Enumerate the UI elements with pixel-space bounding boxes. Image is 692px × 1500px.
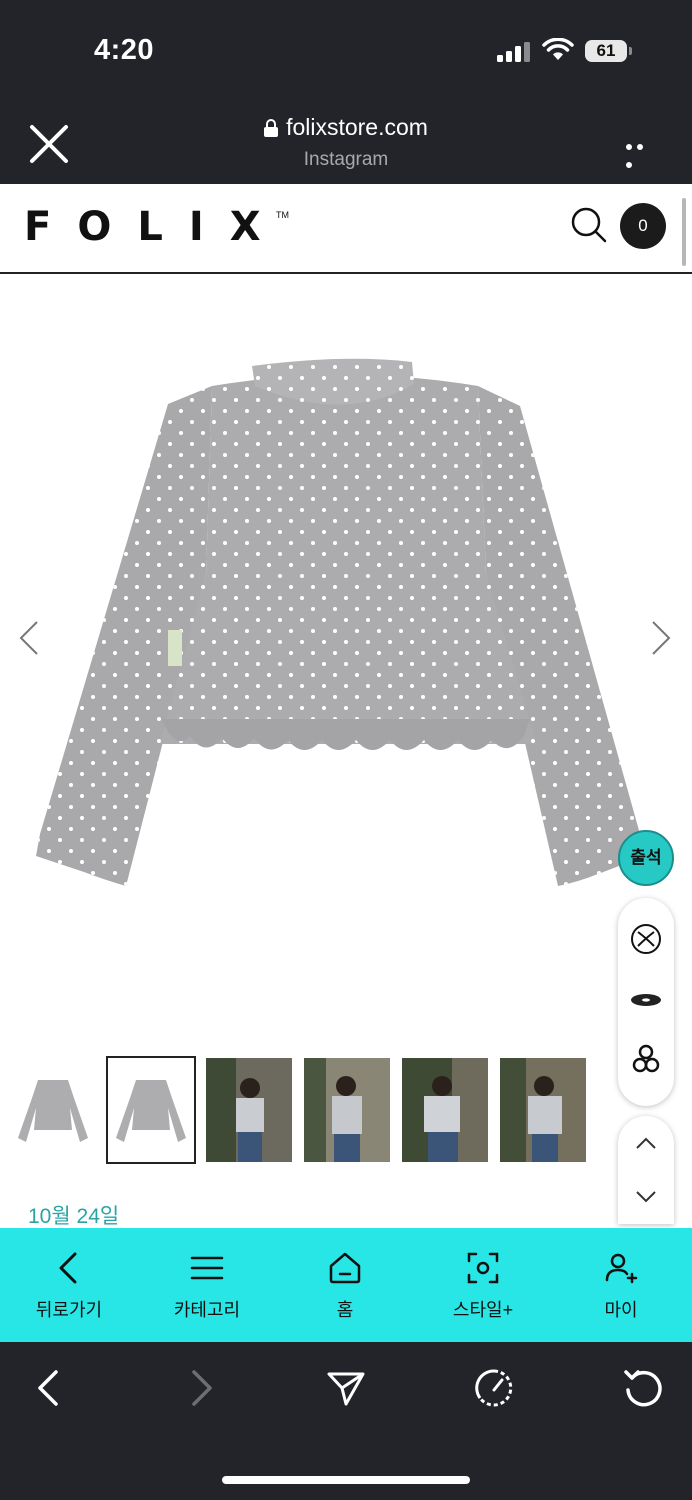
thumbnail-item-selected[interactable] — [106, 1056, 196, 1164]
nav-label: 스타일+ — [452, 1300, 514, 1320]
battery-level: 61 — [585, 40, 627, 62]
trademark: TM — [276, 210, 289, 220]
more-icon[interactable] — [626, 137, 658, 168]
wifi-icon — [542, 38, 574, 60]
thumbnail-item[interactable] — [206, 1058, 292, 1162]
product-image — [36, 358, 642, 886]
chevron-left-icon[interactable] — [18, 620, 40, 656]
speed-gauge-icon[interactable] — [474, 1368, 514, 1408]
browser-toolbar — [0, 1342, 692, 1500]
nav-category[interactable]: 카테고리 — [138, 1228, 276, 1342]
forward-icon[interactable] — [180, 1368, 220, 1408]
back-icon[interactable] — [30, 1368, 70, 1408]
status-time: 4:20 — [94, 34, 155, 66]
lock-icon — [264, 119, 279, 137]
share-icon[interactable] — [326, 1368, 366, 1408]
cart-button[interactable]: 0 — [620, 203, 666, 249]
nav-label: 뒤로가기 — [35, 1300, 103, 1320]
nav-label: 마이 — [604, 1300, 638, 1320]
url-text: folixstore.com — [286, 114, 428, 140]
thumbnail-item[interactable] — [402, 1058, 488, 1162]
nav-label: 홈 — [336, 1300, 354, 1320]
url-source: Instagram — [303, 149, 389, 170]
brand-emblem-icon[interactable] — [629, 922, 663, 956]
nav-back[interactable]: 뒤로가기 — [0, 1228, 138, 1342]
nav-label: 카테고리 — [173, 1300, 241, 1320]
record-disc-icon[interactable] — [629, 982, 663, 1016]
search-icon[interactable] — [570, 206, 608, 244]
site-header: FOLIX TM 0 — [0, 184, 692, 274]
battery-icon: 61 — [585, 40, 635, 64]
signal-icon — [497, 42, 530, 62]
nav-my[interactable]: 마이 — [552, 1228, 690, 1342]
chevron-left-icon — [59, 1252, 77, 1284]
product-image-carousel[interactable] — [0, 274, 692, 1054]
post-date: 10월 24일 — [28, 1205, 120, 1228]
attendance-button[interactable]: 출석 — [618, 830, 674, 886]
scan-icon — [467, 1252, 499, 1284]
home-indicator — [222, 1476, 470, 1484]
thumbnail-item[interactable] — [10, 1058, 96, 1162]
nav-style-plus[interactable]: 스타일+ — [414, 1228, 552, 1342]
thumbnail-item[interactable] — [304, 1058, 390, 1162]
reload-icon[interactable] — [622, 1368, 662, 1408]
site-logo[interactable]: FOLIX — [24, 204, 287, 250]
browser-header: folixstore.com Instagram — [0, 100, 692, 184]
address-bar[interactable]: folixstore.com Instagram — [0, 114, 692, 171]
status-bar: 4:20 61 — [0, 0, 692, 100]
bottom-nav: 뒤로가기 카테고리 홈 스타일+ 마이 — [0, 1228, 692, 1342]
page-scrollbar[interactable] — [682, 198, 686, 266]
menu-icon — [190, 1256, 224, 1280]
scroll-bottom-icon[interactable] — [634, 1190, 658, 1204]
user-add-icon — [605, 1253, 638, 1284]
chevron-right-icon[interactable] — [650, 620, 672, 656]
nav-home[interactable]: 홈 — [276, 1228, 414, 1342]
thumbnail-item[interactable] — [500, 1058, 586, 1162]
home-icon — [329, 1252, 361, 1284]
thumbnail-strip — [0, 1056, 692, 1166]
